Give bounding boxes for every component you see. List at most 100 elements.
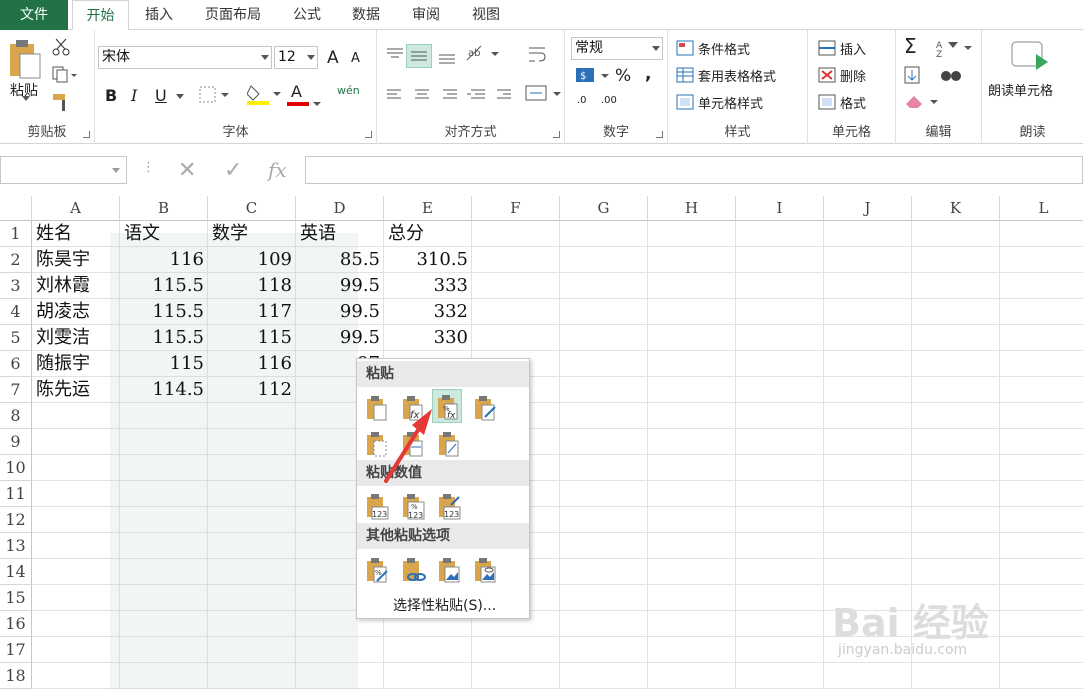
cell-c2[interactable]: 109 [208, 247, 296, 273]
format-cells-button[interactable]: 格式 [840, 93, 866, 112]
cell-e5[interactable]: 330 [384, 325, 472, 351]
accounting-format-icon[interactable]: $ [575, 66, 611, 86]
column-header-h[interactable]: H [648, 196, 736, 221]
border-icon[interactable] [199, 86, 231, 104]
sort-filter-icon[interactable]: AZ [936, 38, 972, 58]
grow-font-button[interactable]: A [327, 48, 339, 68]
cell-a3[interactable]: 刘林霞 [32, 273, 120, 299]
row-header-14[interactable]: 14 [0, 559, 32, 585]
cell-e3[interactable]: 333 [384, 273, 472, 299]
cell-b5[interactable]: 115.5 [120, 325, 208, 351]
column-header-d[interactable]: D [296, 196, 384, 221]
column-header-l[interactable]: L [1000, 196, 1083, 221]
bold-button[interactable]: B [105, 86, 117, 105]
cell-e1[interactable]: 总分 [384, 221, 472, 247]
tab-home[interactable]: 开始 [72, 0, 129, 31]
column-header-j[interactable]: J [824, 196, 912, 221]
font-name-combo[interactable]: 宋体 [98, 46, 272, 69]
cell-d2[interactable]: 85.5 [296, 247, 384, 273]
clear-icon[interactable] [904, 92, 940, 110]
row-header-13[interactable]: 13 [0, 533, 32, 559]
column-header-b[interactable]: B [120, 196, 208, 221]
autosum-button[interactable]: Σ [904, 34, 917, 58]
paste-values-button[interactable]: 123 [361, 489, 391, 523]
underline-button[interactable]: U [155, 86, 167, 105]
dialog-launcher-icon[interactable] [83, 131, 90, 138]
cell-b7[interactable]: 114.5 [120, 377, 208, 403]
paste-link-button[interactable] [397, 553, 427, 587]
paste-picture-button[interactable] [433, 553, 463, 587]
cell-d1[interactable]: 英语 [296, 221, 384, 247]
chevron-down-icon[interactable] [22, 96, 30, 102]
read-cells-button[interactable]: 朗读单元格 [988, 80, 1053, 99]
format-as-table-button[interactable]: 套用表格格式 [698, 66, 776, 85]
font-size-combo[interactable]: 12 [274, 46, 318, 69]
horizontal-align-icons[interactable] [385, 86, 495, 104]
row-header-11[interactable]: 11 [0, 481, 32, 507]
align-bottom-icon[interactable] [437, 46, 457, 64]
tab-view[interactable]: 视图 [460, 0, 512, 30]
cell-a5[interactable]: 刘雯洁 [32, 325, 120, 351]
cell-d4[interactable]: 99.5 [296, 299, 384, 325]
tab-review[interactable]: 审阅 [400, 0, 452, 30]
tab-insert[interactable]: 插入 [134, 0, 184, 30]
row-header-3[interactable]: 3 [0, 273, 32, 299]
cell-c6[interactable]: 116 [208, 351, 296, 377]
cell-c1[interactable]: 数学 [208, 221, 296, 247]
cell-b3[interactable]: 115.5 [120, 273, 208, 299]
column-header-i[interactable]: I [736, 196, 824, 221]
tab-page-layout[interactable]: 页面布局 [192, 0, 274, 30]
cell-b1[interactable]: 语文 [120, 221, 208, 247]
italic-button[interactable]: I [131, 86, 137, 105]
decrease-decimal-button[interactable]: .00 [601, 96, 617, 106]
copy-icon[interactable] [52, 66, 78, 84]
cut-icon[interactable] [52, 38, 70, 56]
format-painter-icon[interactable] [52, 92, 72, 112]
column-header-e[interactable]: E [384, 196, 472, 221]
cell-c3[interactable]: 118 [208, 273, 296, 299]
percent-style-button[interactable]: % [615, 66, 631, 86]
row-header-15[interactable]: 15 [0, 585, 32, 611]
shrink-font-button[interactable]: A [351, 51, 360, 66]
delete-cells-button[interactable]: 删除 [840, 66, 866, 85]
column-header-f[interactable]: F [472, 196, 560, 221]
increase-decimal-button[interactable]: .0 [577, 96, 587, 106]
number-format-combo[interactable]: 常规 [571, 37, 663, 60]
align-middle-button[interactable] [406, 44, 432, 68]
tab-file[interactable]: 文件 [0, 0, 68, 30]
cell-d3[interactable]: 99.5 [296, 273, 384, 299]
increase-indent-icon[interactable] [495, 86, 515, 104]
merge-center-icon[interactable] [525, 84, 563, 104]
row-header-5[interactable]: 5 [0, 325, 32, 351]
cell-b6[interactable]: 115 [120, 351, 208, 377]
paste-special-menu-item[interactable]: 选择性粘贴(S)... [393, 595, 496, 615]
dialog-launcher-icon[interactable] [656, 131, 663, 138]
paste-formatting-button[interactable]: % [361, 553, 391, 587]
row-header-4[interactable]: 4 [0, 299, 32, 325]
enter-icon[interactable]: ✓ [224, 158, 242, 183]
cell-e4[interactable]: 332 [384, 299, 472, 325]
row-header-17[interactable]: 17 [0, 637, 32, 663]
select-all-corner[interactable] [0, 196, 32, 221]
fill-icon[interactable] [904, 66, 928, 84]
cell-a2[interactable]: 陈昊宇 [32, 247, 120, 273]
dialog-launcher-icon[interactable] [553, 131, 560, 138]
cell-a6[interactable]: 随振宇 [32, 351, 120, 377]
column-header-a[interactable]: A [32, 196, 120, 221]
tab-formulas[interactable]: 公式 [282, 0, 332, 30]
cell-styles-button[interactable]: 单元格样式 [698, 93, 763, 112]
cell-a7[interactable]: 陈先运 [32, 377, 120, 403]
tab-data[interactable]: 数据 [340, 0, 392, 30]
cancel-icon[interactable]: ✕ [178, 158, 196, 183]
cell-a4[interactable]: 胡凌志 [32, 299, 120, 325]
paste-values-number-format-button[interactable]: % 123 [397, 489, 427, 523]
dialog-launcher-icon[interactable] [365, 131, 372, 138]
cell-b2[interactable]: 116 [120, 247, 208, 273]
row-header-12[interactable]: 12 [0, 507, 32, 533]
row-header-2[interactable]: 2 [0, 247, 32, 273]
cell-c5[interactable]: 115 [208, 325, 296, 351]
row-header-1[interactable]: 1 [0, 221, 32, 247]
formula-input[interactable] [305, 156, 1083, 184]
insert-cells-button[interactable]: 插入 [840, 39, 866, 58]
row-header-7[interactable]: 7 [0, 377, 32, 403]
